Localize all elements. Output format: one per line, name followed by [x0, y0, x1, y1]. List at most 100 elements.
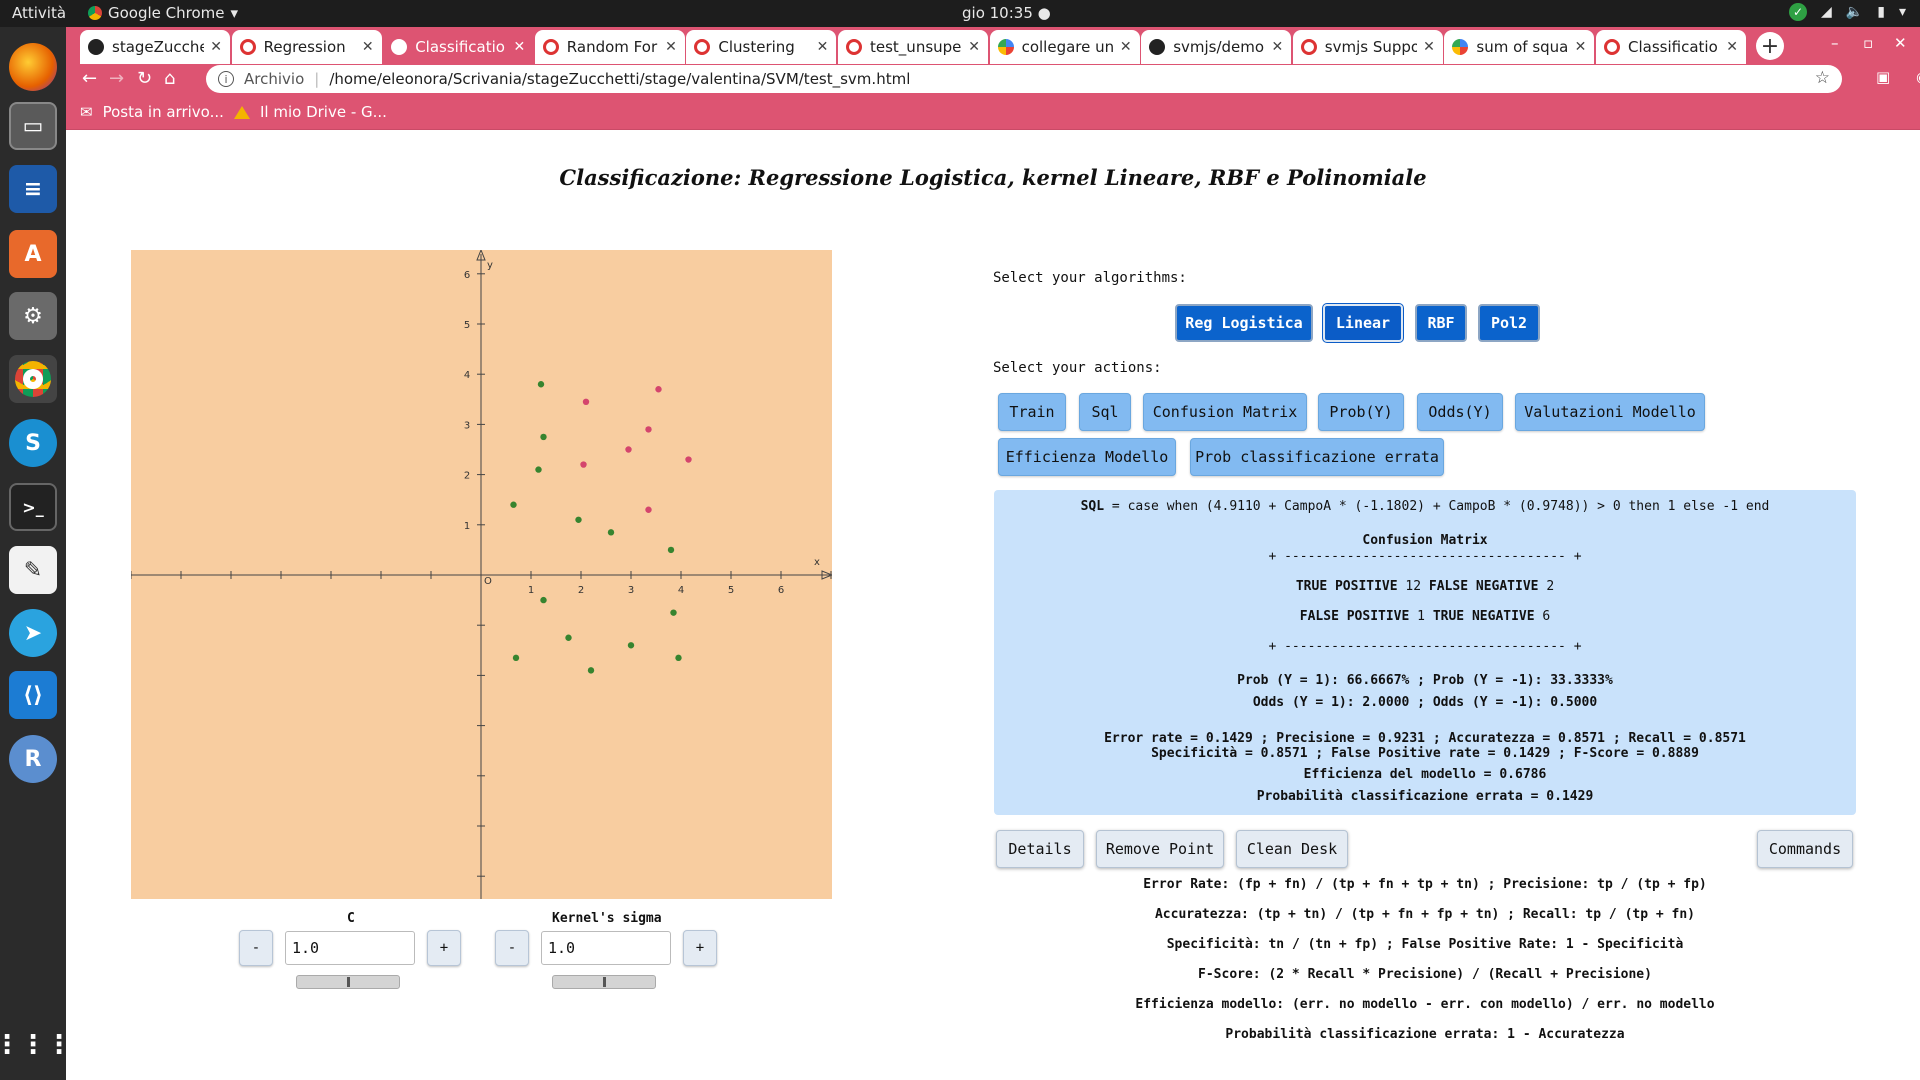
data-point[interactable]: [675, 654, 682, 662]
data-point[interactable]: [510, 501, 517, 508]
data-point[interactable]: [575, 516, 582, 523]
pol2-button[interactable]: Pol2: [1478, 304, 1540, 342]
software-center-icon[interactable]: A: [9, 230, 57, 278]
maximize-icon[interactable]: ▫: [1863, 34, 1873, 52]
info-icon[interactable]: i: [218, 71, 234, 87]
text-editor-icon[interactable]: ✎: [9, 546, 57, 594]
skype-icon[interactable]: S: [9, 419, 57, 467]
c-increment-button[interactable]: +: [427, 930, 461, 966]
tab[interactable]: svmjs Suppo ✕: [1292, 30, 1443, 64]
tab[interactable]: sum of squa ✕: [1444, 30, 1595, 64]
data-point[interactable]: [627, 642, 635, 649]
tab-close-icon[interactable]: ✕: [968, 39, 980, 55]
sigma-decrement-button[interactable]: -: [495, 930, 529, 966]
clock[interactable]: gio 10:35 ●: [962, 4, 1051, 22]
forward-icon[interactable]: →: [109, 68, 124, 89]
data-point[interactable]: [645, 426, 652, 433]
efficienza-modello-button[interactable]: Efficienza Modello: [998, 438, 1176, 476]
terminal-icon[interactable]: >_: [9, 483, 57, 531]
c-decrement-button[interactable]: -: [239, 930, 273, 966]
writer-icon[interactable]: ≡: [9, 165, 57, 213]
data-point[interactable]: [667, 546, 675, 554]
files-icon[interactable]: ▭: [9, 102, 57, 150]
clean-desk-button[interactable]: Clean Desk: [1236, 830, 1348, 868]
close-window-icon[interactable]: ✕: [1894, 34, 1907, 52]
address-bar[interactable]: i Archivio | /home/eleonora/Scrivania/st…: [206, 65, 1842, 93]
tab-close-icon[interactable]: ✕: [1726, 39, 1738, 55]
slider-thumb[interactable]: [347, 977, 350, 987]
data-point[interactable]: [685, 456, 692, 463]
data-point[interactable]: [540, 433, 547, 441]
tab[interactable]: Classificatio ✕: [1596, 30, 1746, 64]
commands-button[interactable]: Commands: [1757, 830, 1853, 868]
telegram-icon[interactable]: ➤: [9, 609, 57, 657]
data-point[interactable]: [565, 634, 572, 641]
reg-logistica-button[interactable]: Reg Logistica: [1175, 304, 1313, 342]
tab[interactable]: Random For ✕: [534, 30, 685, 64]
system-tray[interactable]: ✓ ◢ 🔈 ▮ ▾: [1789, 3, 1906, 21]
tab[interactable]: Classificatio ✕: [383, 30, 534, 64]
tab-close-icon[interactable]: ✕: [817, 39, 829, 55]
scatter-plot[interactable]: 1 2 3 4 5 6 1 2 3 4 5 6 x y O: [131, 250, 832, 899]
tab[interactable]: Regression ✕: [231, 30, 382, 64]
reload-icon[interactable]: ↻: [137, 68, 152, 89]
data-point[interactable]: [582, 398, 590, 406]
valutazioni-modello-button[interactable]: Valutazioni Modello: [1515, 393, 1705, 431]
home-icon[interactable]: ⌂: [164, 68, 175, 89]
show-applications-icon[interactable]: ⋮⋮⋮: [0, 1021, 72, 1069]
data-point[interactable]: [670, 609, 677, 616]
tab-close-icon[interactable]: ✕: [362, 39, 374, 55]
prob-y-button[interactable]: Prob(Y): [1318, 393, 1404, 431]
data-point[interactable]: [625, 446, 632, 453]
sigma-increment-button[interactable]: +: [683, 930, 717, 966]
tab-close-icon[interactable]: ✕: [1423, 39, 1435, 55]
profile-avatar[interactable]: ◉: [1916, 68, 1920, 86]
data-point[interactable]: [607, 529, 615, 536]
train-button[interactable]: Train: [998, 393, 1066, 431]
tab-close-icon[interactable]: ✕: [665, 39, 677, 55]
data-point[interactable]: [587, 667, 595, 674]
data-point[interactable]: [655, 386, 662, 393]
sigma-slider[interactable]: [552, 975, 656, 989]
app-menu[interactable]: Google Chrome ▾: [88, 4, 238, 22]
tab-close-icon[interactable]: ✕: [210, 39, 222, 55]
tab[interactable]: collegare un ✕: [989, 30, 1140, 64]
back-icon[interactable]: ←: [82, 68, 97, 89]
tab[interactable]: svmjs/demo ✕: [1141, 30, 1292, 64]
slider-thumb[interactable]: [603, 977, 606, 987]
url-text[interactable]: /home/eleonora/Scrivania/stageZucchetti/…: [329, 70, 910, 88]
c-input[interactable]: [285, 931, 415, 965]
odds-y-button[interactable]: Odds(Y): [1417, 393, 1503, 431]
new-tab-button[interactable]: +: [1756, 32, 1784, 60]
tab-close-icon[interactable]: ✕: [1120, 39, 1132, 55]
tab-close-icon[interactable]: ✕: [1271, 39, 1283, 55]
activities-button[interactable]: Attività: [12, 4, 66, 22]
prob-classificazione-errata-button[interactable]: Prob classificazione errata: [1190, 438, 1444, 476]
r-icon[interactable]: R: [9, 735, 57, 783]
details-button[interactable]: Details: [996, 830, 1084, 868]
bookmark-gmail[interactable]: ✉ Posta in arrivo...: [80, 103, 224, 121]
rbf-button[interactable]: RBF: [1415, 304, 1467, 342]
data-point[interactable]: [645, 506, 652, 513]
data-point[interactable]: [512, 654, 520, 662]
tab[interactable]: test_unsupe ✕: [838, 30, 988, 64]
minimize-icon[interactable]: –: [1831, 34, 1839, 52]
vscode-icon[interactable]: ⟨⟩: [9, 671, 57, 719]
bookmark-star-icon[interactable]: ☆: [1815, 68, 1830, 88]
tab-close-icon[interactable]: ✕: [1575, 39, 1587, 55]
settings-icon[interactable]: ⚙: [9, 292, 57, 340]
tab[interactable]: Clustering ✕: [686, 30, 837, 64]
sql-button[interactable]: Sql: [1079, 393, 1131, 431]
data-point[interactable]: [535, 466, 542, 473]
bookmark-drive[interactable]: Il mio Drive - G...: [234, 103, 387, 121]
data-point[interactable]: [537, 381, 545, 388]
remove-point-button[interactable]: Remove Point: [1096, 830, 1224, 868]
firefox-icon[interactable]: [9, 43, 57, 91]
extension-icon[interactable]: ▣: [1876, 68, 1890, 86]
tab-close-icon[interactable]: ✕: [513, 39, 525, 55]
chrome-dock-icon[interactable]: [9, 355, 57, 403]
data-point[interactable]: [540, 596, 547, 604]
data-point[interactable]: [580, 461, 587, 468]
tab[interactable]: stageZucche ✕: [80, 30, 230, 64]
confusion-matrix-button[interactable]: Confusion Matrix: [1143, 393, 1307, 431]
